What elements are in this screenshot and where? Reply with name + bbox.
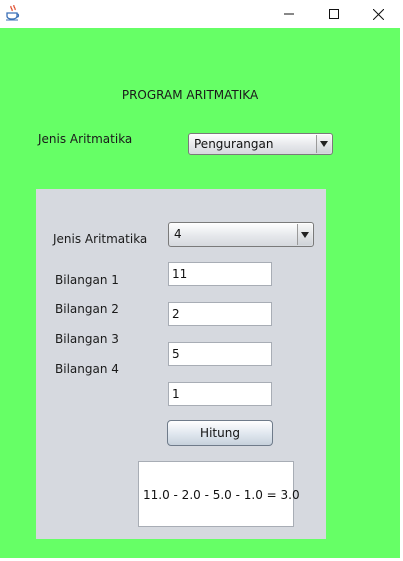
java-coffee-cup-icon — [6, 4, 20, 21]
maximize-button[interactable] — [311, 0, 356, 28]
chevron-down-icon — [320, 141, 328, 147]
bilangan-4-label: Bilangan 4 — [55, 362, 119, 376]
jenis-aritmatika-label: Jenis Aritmatika — [38, 132, 133, 146]
close-button[interactable] — [356, 0, 401, 28]
minimize-button[interactable] — [266, 0, 311, 28]
title-bar[interactable] — [0, 0, 403, 28]
maximize-icon — [328, 9, 339, 19]
result-text-area[interactable]: 11.0 - 2.0 - 5.0 - 1.0 = 3.0 — [138, 461, 300, 527]
bilangan-1-label: Bilangan 1 — [55, 273, 119, 287]
bilangan-3-field[interactable]: 5 — [168, 342, 272, 366]
operation-select-arrow[interactable] — [316, 135, 331, 153]
count-select[interactable]: 4 — [168, 222, 314, 247]
bilangan-2-label: Bilangan 2 — [55, 302, 119, 316]
input-panel: Jenis Aritmatika 4 Bilangan 1 Bilangan 2… — [36, 189, 326, 539]
bilangan-4-field[interactable]: 1 — [168, 382, 272, 406]
bilangan-2-field[interactable]: 2 — [168, 302, 272, 326]
operation-select[interactable]: Pengurangan — [188, 133, 333, 155]
page-title: PROGRAM ARITMATIKA — [121, 88, 259, 102]
close-icon — [373, 8, 384, 20]
chevron-down-icon — [301, 232, 309, 238]
panel-jenis-aritmatika-label: Jenis Aritmatika — [53, 232, 148, 246]
bilangan-1-field[interactable]: 11 — [168, 262, 272, 286]
minimize-icon — [283, 13, 294, 15]
hitung-button[interactable]: Hitung — [167, 420, 273, 446]
bilangan-3-label: Bilangan 3 — [55, 332, 119, 346]
count-select-value: 4 — [174, 227, 182, 241]
main-content: PROGRAM ARITMATIKA Jenis Aritmatika Peng… — [0, 28, 400, 558]
operation-select-value: Pengurangan — [194, 137, 274, 151]
count-select-arrow[interactable] — [297, 224, 312, 245]
app-window: PROGRAM ARITMATIKA Jenis Aritmatika Peng… — [0, 0, 403, 561]
